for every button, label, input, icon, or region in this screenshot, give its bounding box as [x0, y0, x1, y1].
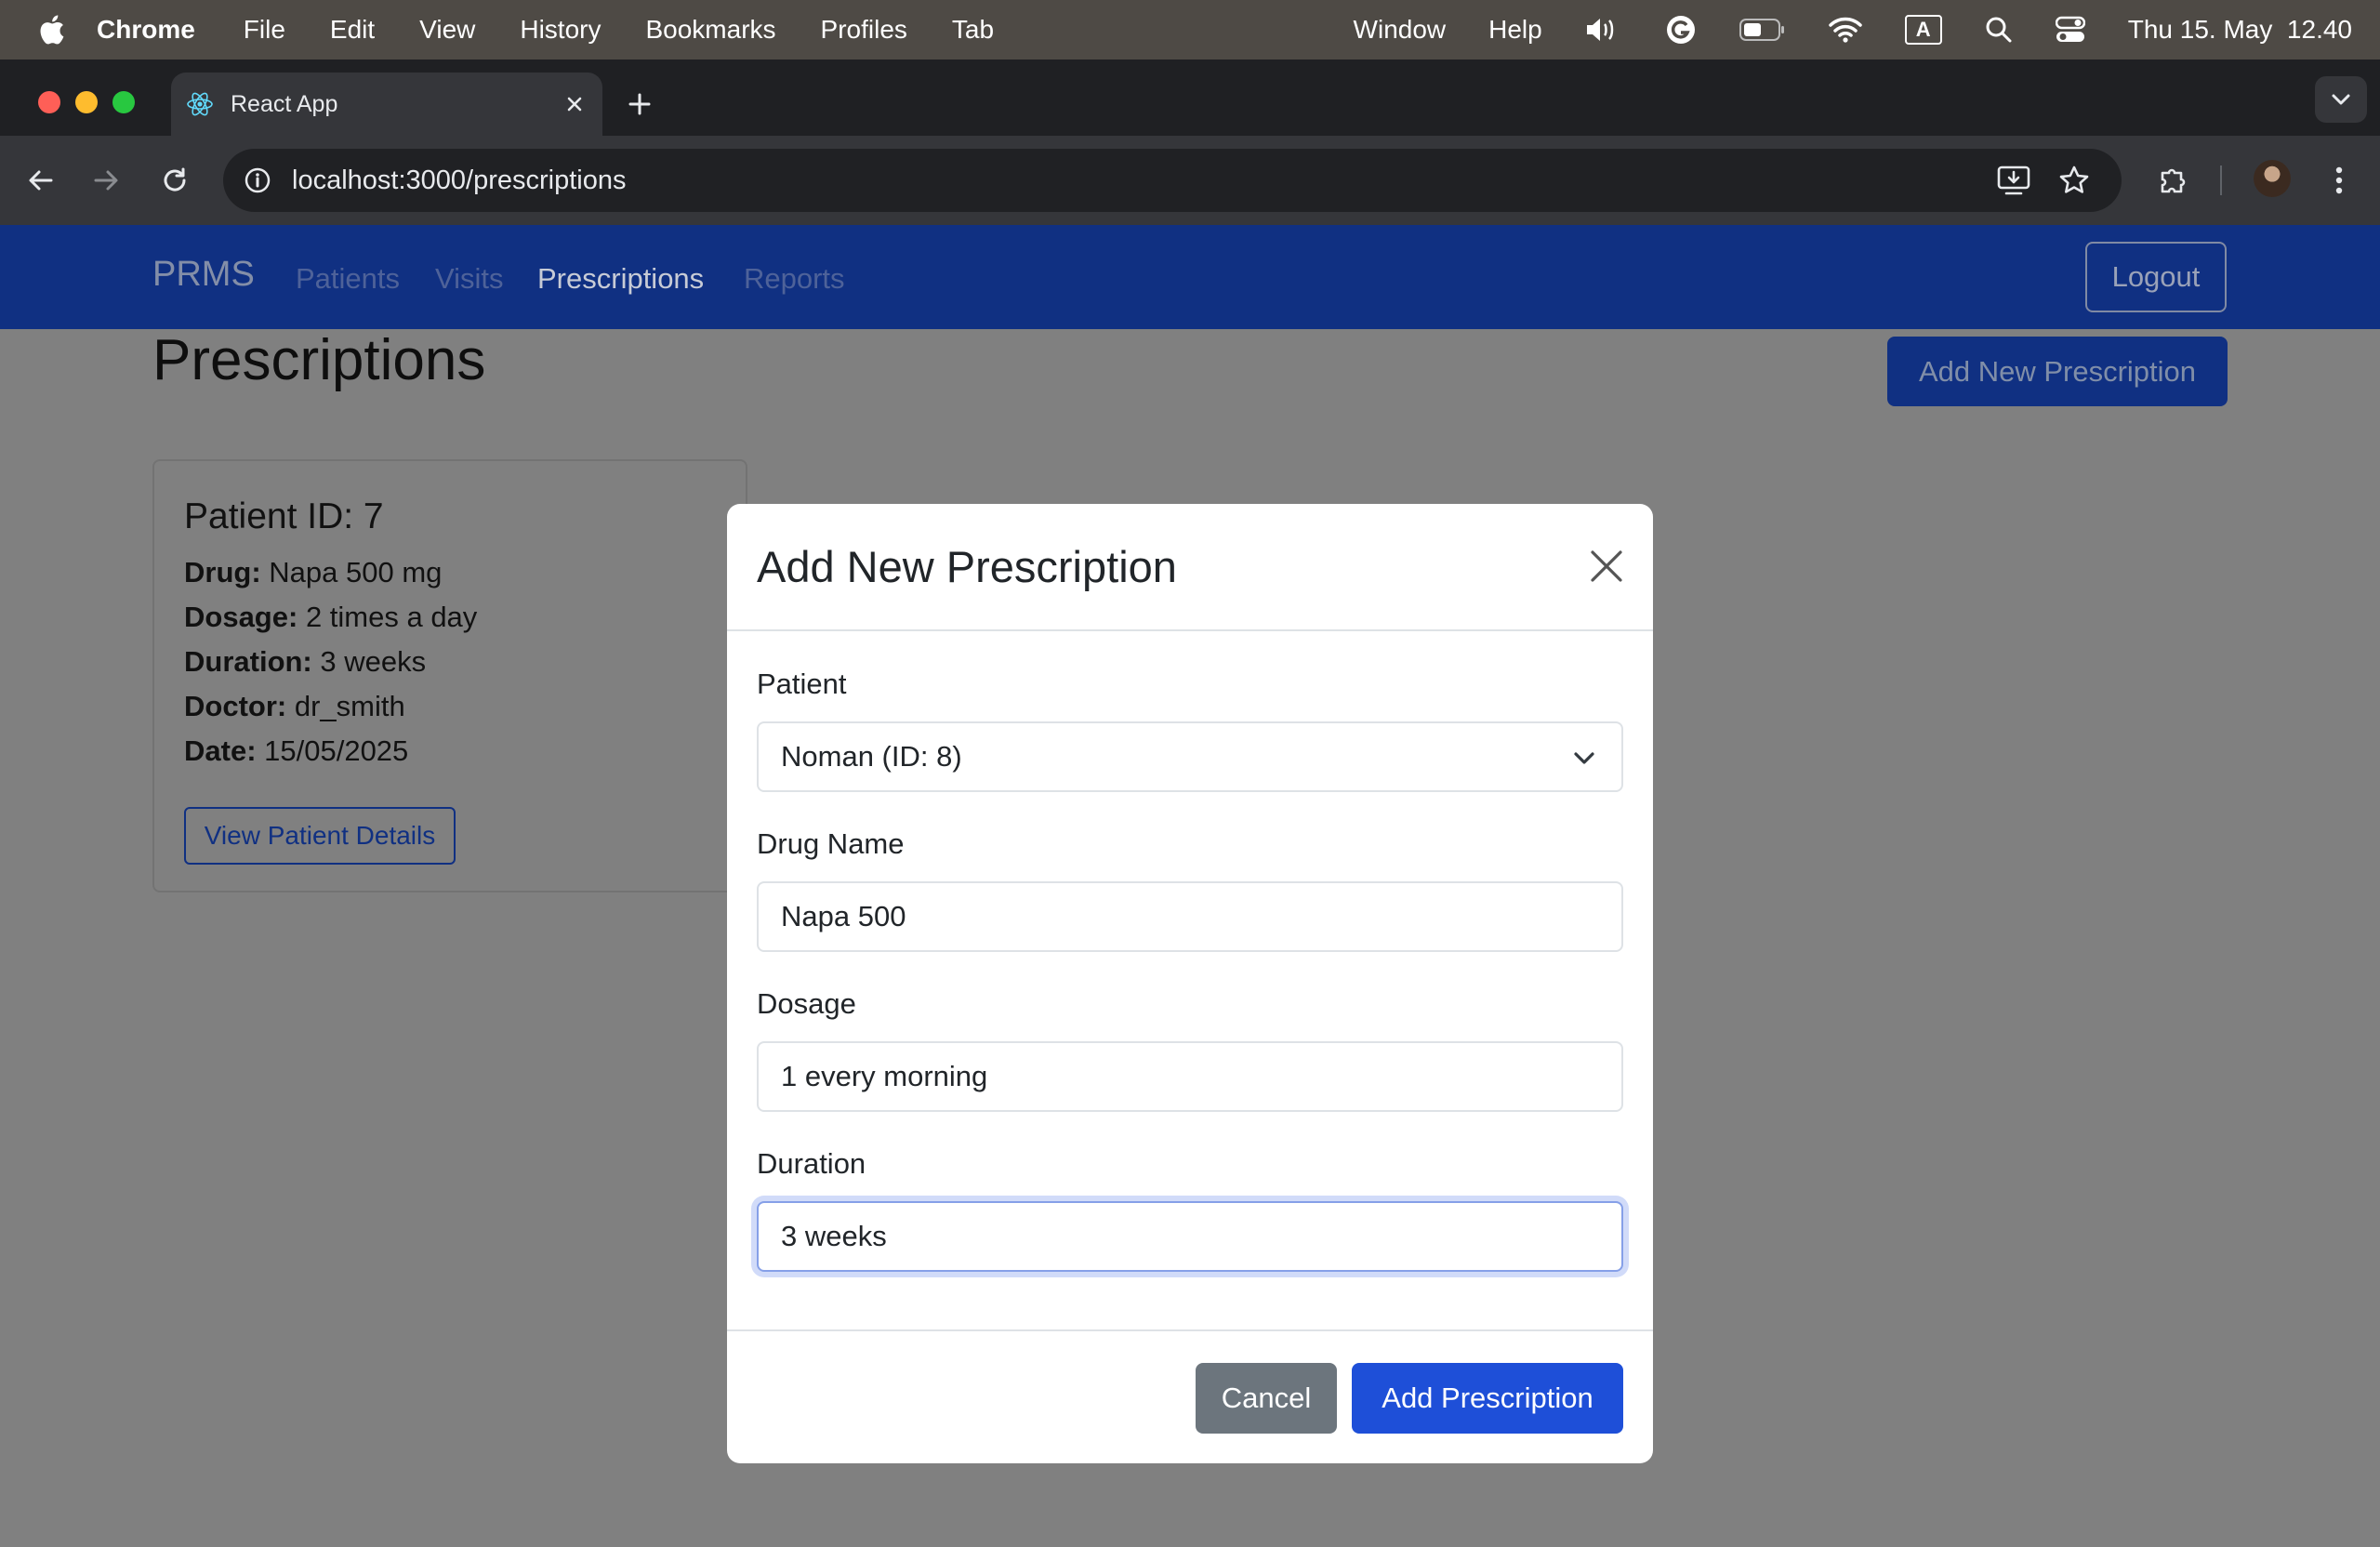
app-navbar: PRMS Patients Visits Prescriptions Repor… [0, 225, 2380, 329]
card-row-duration: Duration: 3 weeks [184, 645, 427, 678]
toolbar-divider [2220, 165, 2222, 195]
card-row-dosage: Dosage: 2 times a day [184, 601, 478, 633]
browser-tab-strip: React App [0, 60, 2380, 136]
add-prescription-modal: Add New Prescription Patient Noman (ID: … [727, 504, 1653, 1463]
menubar-status-area: Window Help A Thu 15. May 12.40 [1354, 0, 2352, 60]
cancel-button[interactable]: Cancel [1196, 1363, 1337, 1434]
modal-footer: Cancel Add Prescription [727, 1329, 1653, 1463]
browser-toolbar: localhost:3000/prescriptions [0, 136, 2380, 225]
spotlight-search-icon[interactable] [1985, 16, 2013, 44]
duration-input[interactable]: 3 weeks [757, 1201, 1623, 1272]
brand-logo-text[interactable]: PRMS [152, 255, 255, 295]
dosage-label: Dosage [757, 987, 856, 1020]
modal-title: Add New Prescription [757, 542, 1177, 591]
patient-label: Patient [757, 668, 847, 700]
menu-edit[interactable]: Edit [330, 15, 375, 45]
menu-app-name[interactable]: Chrome [97, 15, 195, 45]
dosage-input[interactable]: 1 every morning [757, 1041, 1623, 1112]
duration-value: 3 weeks [781, 1220, 887, 1252]
nav-visits[interactable]: Visits [435, 262, 504, 296]
window-close-button[interactable] [38, 91, 60, 113]
apple-icon[interactable] [37, 14, 69, 46]
modal-close-icon[interactable] [1586, 546, 1627, 587]
patient-select-value: Noman (ID: 8) [781, 740, 962, 773]
patient-select[interactable]: Noman (ID: 8) [757, 721, 1623, 792]
profile-avatar[interactable] [2254, 160, 2291, 197]
menu-profiles[interactable]: Profiles [821, 15, 907, 45]
card-row-doctor: Doctor: dr_smith [184, 690, 405, 722]
menu-window[interactable]: Window [1354, 15, 1447, 45]
view-patient-details-button[interactable]: View Patient Details [184, 807, 456, 865]
card-patient-id: Patient ID: 7 [184, 496, 384, 536]
extensions-puzzle-icon[interactable] [2153, 160, 2194, 201]
drug-name-value: Napa 500 [781, 900, 906, 932]
page-title: Prescriptions [152, 328, 486, 392]
address-url[interactable]: localhost:3000/prescriptions [292, 165, 626, 196]
macos-menubar: Chrome File Edit View History Bookmarks … [0, 0, 2380, 60]
react-logo-icon [186, 90, 214, 118]
menu-file[interactable]: File [244, 15, 285, 45]
bookmark-star-icon[interactable] [2058, 149, 2090, 212]
drug-name-input[interactable]: Napa 500 [757, 881, 1623, 952]
input-source-icon[interactable]: A [1904, 15, 1942, 45]
dosage-value: 1 every morning [781, 1060, 988, 1092]
nav-patients[interactable]: Patients [296, 262, 400, 296]
menu-tab[interactable]: Tab [952, 15, 994, 45]
menu-view[interactable]: View [419, 15, 475, 45]
address-bar[interactable]: localhost:3000/prescriptions [223, 149, 2122, 212]
tab-search-chevron-icon[interactable] [2315, 76, 2367, 123]
install-app-icon[interactable] [1997, 149, 2030, 212]
browser-tab-active[interactable]: React App [171, 73, 602, 136]
tab-title: React App [231, 90, 338, 117]
grammarly-icon[interactable] [1665, 14, 1697, 46]
app-page: PRMS Patients Visits Prescriptions Repor… [0, 225, 2380, 1547]
site-info-icon[interactable] [242, 165, 273, 196]
kebab-menu-icon[interactable] [2319, 160, 2360, 201]
modal-header: Add New Prescription [727, 504, 1653, 631]
wifi-icon[interactable] [1828, 17, 1862, 43]
prescription-card: Patient ID: 7 Drug: Napa 500 mg Dosage: … [152, 459, 747, 892]
battery-icon[interactable] [1739, 18, 1786, 42]
nav-reports[interactable]: Reports [744, 262, 845, 296]
menubar-clock[interactable]: Thu 15. May 12.40 [2128, 15, 2352, 45]
drug-name-label: Drug Name [757, 827, 905, 860]
control-center-icon[interactable] [2055, 16, 2085, 44]
duration-label: Duration [757, 1147, 866, 1180]
menu-bookmarks[interactable]: Bookmarks [645, 15, 775, 45]
new-tab-plus-icon[interactable] [621, 86, 658, 123]
card-row-drug: Drug: Napa 500 mg [184, 556, 443, 588]
volume-icon[interactable] [1585, 16, 1622, 44]
window-zoom-button[interactable] [112, 91, 135, 113]
back-arrow-icon[interactable] [20, 160, 61, 201]
chevron-down-icon [1573, 747, 1595, 770]
card-row-date: Date: 15/05/2025 [184, 734, 409, 767]
forward-arrow-icon[interactable] [86, 160, 126, 201]
logout-button[interactable]: Logout [2085, 242, 2227, 312]
window-minimize-button[interactable] [75, 91, 98, 113]
menu-history[interactable]: History [520, 15, 601, 45]
menu-help[interactable]: Help [1488, 15, 1542, 45]
add-prescription-button[interactable]: Add Prescription [1352, 1363, 1623, 1434]
tab-close-icon[interactable] [562, 91, 588, 117]
reload-icon[interactable] [154, 160, 195, 201]
nav-prescriptions[interactable]: Prescriptions [537, 262, 704, 296]
add-new-prescription-button[interactable]: Add New Prescription [1887, 337, 2228, 406]
